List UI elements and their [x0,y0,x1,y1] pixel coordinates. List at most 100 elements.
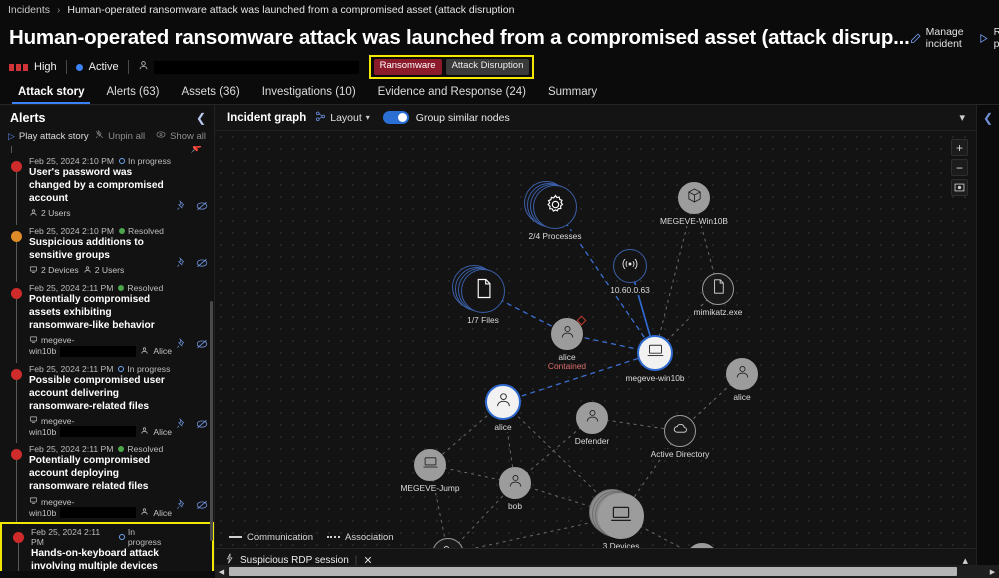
status-in-progress-icon [118,365,125,372]
hide-icon[interactable] [196,198,208,216]
graph-node[interactable]: 2/4 Processes [524,181,584,241]
show-all-button[interactable]: Show all [156,130,206,142]
pin-icon[interactable] [176,336,187,354]
alert-content: Feb 25, 2024 2:11 PM In progress Possible … [29,364,172,438]
manage-incident-button[interactable]: Manage incident [910,26,964,50]
alerts-scrollbar[interactable] [210,151,213,569]
graph-node[interactable]: alice Contained [548,315,587,371]
tab-attack-story[interactable]: Attack story [7,86,95,104]
graph-node[interactable]: alice [726,358,758,402]
right-rail: ❮ [976,105,999,571]
graph-node[interactable]: Defender [572,402,612,446]
alert-list-item[interactable]: Feb 25, 2024 2:11 PM Resolved Potentially … [0,280,214,363]
alert-list-item[interactable]: Feb 25, 2024 2:11 PM In progress Possible … [0,361,214,444]
node-label: 1/7 Files [465,315,501,325]
tag-ransomware[interactable]: Ransomware [373,59,442,75]
divider [65,60,67,74]
alerts-list[interactable]: 📌 Feb 25, 2024 2:10 PM In progress User's … [0,146,214,571]
alert-entity-label: 2 Users [94,265,125,276]
graph-node[interactable]: mimikatz.exe [691,273,745,317]
show-all-label: Show all [170,130,206,142]
alert-entities: megeve-win10b Alice [29,496,172,519]
alert-row-actions [172,444,208,518]
group-similar-nodes-toggle[interactable] [382,111,409,124]
unpin-icon [95,129,104,142]
scroll-left-arrow-icon[interactable]: ◀ [215,568,228,576]
tab-alerts[interactable]: Alerts (63) [95,86,170,104]
alert-entity-device: megeve- [29,415,172,426]
chevron-down-icon: ▾ [365,113,370,122]
alert-severity-dot [11,161,22,172]
unpin-all-button[interactable]: Unpin all [95,129,145,142]
graph-node[interactable]: alice [485,384,521,432]
node-circle [726,358,758,390]
scroll-track[interactable] [228,567,986,576]
chevron-down-icon[interactable]: ▾ [959,111,967,124]
wifi-icon [621,255,639,278]
alert-timestamp: Feb 25, 2024 2:11 PM [29,363,114,374]
pin-icon[interactable] [176,198,187,216]
pin-icon[interactable] [176,416,187,434]
alert-entities: 2 Devices 2 Users [29,265,172,276]
hide-icon[interactable] [196,497,208,515]
graph-node[interactable]: bob [499,467,531,511]
alert-list-item[interactable]: Feb 25, 2024 2:10 PM Resolved Suspicious a… [0,223,214,282]
incident-page: Incidents › Human-operated ransomware at… [0,0,999,578]
node-label: megeve-win10b [623,373,687,383]
alert-entity: 2 Devices [29,265,79,276]
hide-icon[interactable] [196,255,208,273]
chevron-left-icon[interactable]: ❮ [196,111,206,125]
alert-status: Resolved [118,283,163,293]
run-playbook-button[interactable]: Run playbook [978,26,999,50]
scroll-right-arrow-icon[interactable]: ▶ [986,568,999,576]
tag-attack-disruption[interactable]: Attack Disruption [445,59,530,75]
node-circle [414,449,446,481]
graph-node[interactable]: 10.60.0.63 [608,249,652,295]
alert-status-label: In progress [128,156,172,166]
alert-list-item[interactable]: Feb 25, 2024 2:10 PM In progress User's pa… [0,153,214,225]
selected-alert-label: Suspicious RDP session [240,554,349,566]
pin-icon[interactable] [176,255,187,273]
alert-list-item[interactable]: Feb 25, 2024 2:11 PM Resolved Potentially … [0,441,214,525]
scroll-thumb[interactable] [229,567,957,576]
alert-meta: Feb 25, 2024 2:11 PM Resolved [29,444,172,454]
incident-graph-canvas[interactable]: 2/4 Processes MEGEVE-Win10B 10.60.0.63 1/7 … [215,131,976,548]
zoom-out-button[interactable]: − [951,159,968,176]
alert-severity-rail [10,527,31,571]
alert-severity-rail [8,156,29,225]
layout-button[interactable]: Layout ▾ [315,111,370,125]
node-circle [702,273,734,305]
tab-summary[interactable]: Summary [537,86,608,104]
graph-node[interactable]: 1/7 Files [452,265,505,325]
alert-entity-user-label: Alice [153,426,172,437]
zoom-in-button[interactable]: + [951,139,968,156]
hide-icon[interactable] [196,336,208,354]
alerts-panel-header: Alerts ❮ [0,105,214,130]
assignee[interactable] [138,58,359,76]
tab-assets[interactable]: Assets (36) [171,86,251,104]
hide-icon[interactable] [196,416,208,434]
fit-to-screen-icon[interactable] [951,179,968,196]
graph-node[interactable]: Active Directory [648,415,712,459]
alert-entity-user-label: Alice [153,346,172,357]
alert-entity-device-label-2: win10b [29,426,57,437]
chevron-left-icon[interactable]: ❮ [977,111,999,125]
alert-timeline-line [16,379,17,444]
breadcrumb-incidents[interactable]: Incidents [8,4,50,16]
tab-investigations[interactable]: Investigations (10) [251,86,367,104]
user-icon [140,346,149,357]
manage-incident-label: Manage incident [925,26,964,50]
alert-list-item[interactable]: Feb 25, 2024 2:11 PM In progress Hands-on-… [0,522,214,571]
title-actions: Manage incident Run playbook ··· [910,26,999,50]
graph-node[interactable]: megeve-win10b [623,335,687,383]
pin-icon[interactable] [176,497,187,515]
node-circle [576,402,608,434]
horizontal-scrollbar[interactable]: ◀ ▶ [215,565,999,578]
alert-severity-rail [8,444,29,525]
graph-node[interactable]: MEGEVE-Jump [398,449,462,493]
graph-node[interactable]: MEGEVE-Win10B [658,182,730,226]
tab-evidence-and-response[interactable]: Evidence and Response (24) [367,86,537,104]
node-circle [637,335,673,371]
play-attack-story-button[interactable]: ▷ Play attack story [8,131,89,142]
file-icon [710,278,727,300]
